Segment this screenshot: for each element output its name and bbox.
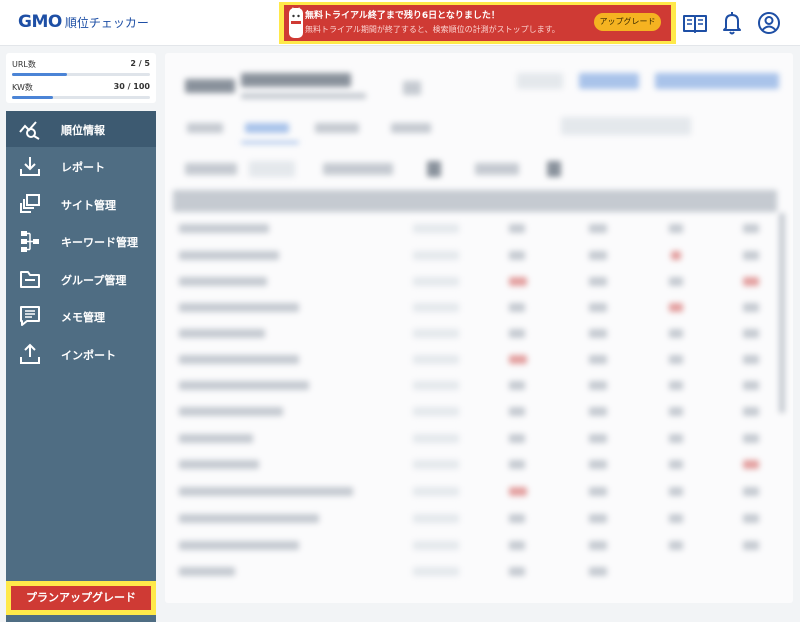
sidebar-item-site-management[interactable]: サイト管理 <box>6 186 156 222</box>
ranking-chart-icon <box>19 121 40 140</box>
site-windows-icon <box>20 194 40 213</box>
trial-banner-subtitle: 無料トライアル期間が終了すると、検索順位の計測がストップします。 <box>305 25 560 34</box>
sidebar-item-keyword-management[interactable]: キーワード管理 <box>6 223 156 259</box>
folder-icon <box>20 271 40 288</box>
url-usage-value: 2 / 5 <box>130 59 150 68</box>
kw-usage-label: KW数 <box>12 83 33 92</box>
bell-icon[interactable] <box>718 9 746 37</box>
sidebar-item-label: 順位情報 <box>61 124 105 137</box>
plan-upgrade-button[interactable]: プランアップグレード <box>11 586 151 610</box>
sidebar-item-label: サイト管理 <box>61 199 116 212</box>
memo-icon <box>20 306 40 326</box>
kw-usage: KW数 30 / 100 <box>12 81 150 103</box>
kw-usage-fill <box>12 96 54 99</box>
sidebar-item-report[interactable]: レポート <box>6 148 156 184</box>
keyword-tree-icon <box>21 231 39 252</box>
sidebar-item-label: グループ管理 <box>61 274 127 287</box>
account-icon[interactable] <box>755 9 783 37</box>
blurred-main-content <box>165 53 793 603</box>
kw-usage-bar <box>12 96 150 99</box>
sidebar-item-label: インポート <box>61 349 116 362</box>
manual-book-icon[interactable] <box>681 9 709 37</box>
download-icon <box>20 157 40 176</box>
sidebar-item-import[interactable]: インポート <box>6 336 156 372</box>
url-usage-label: URL数 <box>12 60 36 69</box>
upload-icon <box>20 343 40 364</box>
url-usage: URL数 2 / 5 <box>12 58 150 80</box>
blurred-ranking-table <box>165 53 793 603</box>
logo-product-name: 順位チェッカー <box>64 16 149 30</box>
sidebar-nav: 順位情報 レポート サイト管理 キーワード管理 グループ管理 メモ管理 インポー… <box>6 111 156 622</box>
upgrade-button[interactable]: アップグレード <box>594 13 661 31</box>
sidebar-item-ranking[interactable]: 順位情報 <box>6 111 156 147</box>
app-logo[interactable]: GMO 順位チェッカー <box>18 12 149 32</box>
url-usage-bar <box>12 73 150 76</box>
cat-mascot-icon <box>289 7 303 38</box>
sidebar-item-label: レポート <box>61 161 105 174</box>
sidebar-item-memo-management[interactable]: メモ管理 <box>6 298 156 334</box>
sidebar-item-label: キーワード管理 <box>61 236 138 249</box>
sidebar-item-label: メモ管理 <box>61 311 105 324</box>
trial-banner-title: 無料トライアル終了まで残り6日となりました！ <box>305 11 500 21</box>
logo-brand: GMO <box>18 12 62 32</box>
usage-summary: URL数 2 / 5 KW数 30 / 100 <box>6 53 156 103</box>
sidebar-item-group-management[interactable]: グループ管理 <box>6 261 156 297</box>
kw-usage-value: 30 / 100 <box>113 82 150 91</box>
url-usage-fill <box>12 73 68 76</box>
